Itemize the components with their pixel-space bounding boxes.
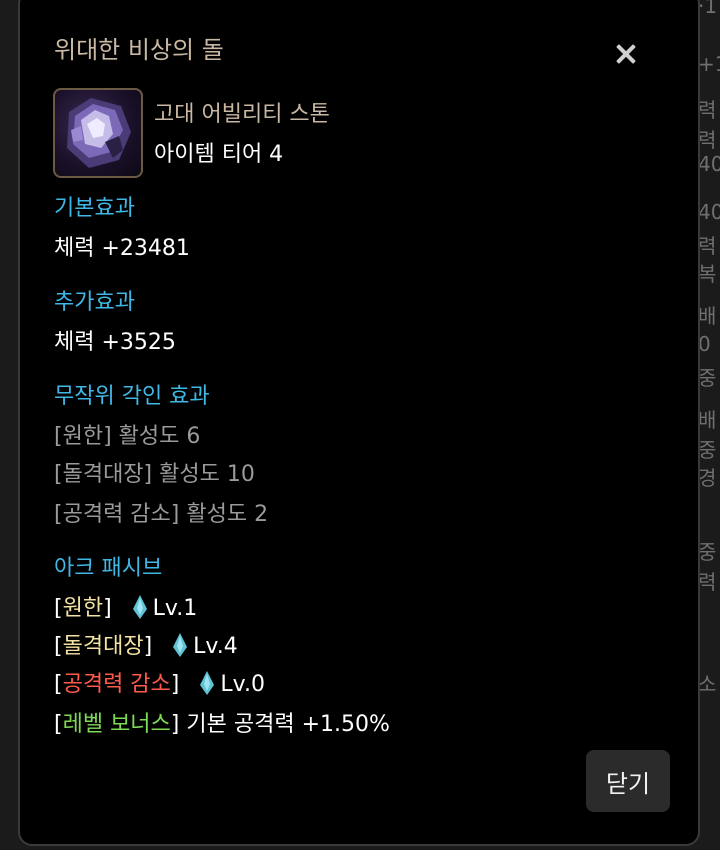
item-name: 고대 어빌리티 스톤 (154, 102, 330, 127)
background-text: ·1 (698, 0, 718, 18)
bracket-open: [ (54, 672, 63, 697)
ark-passive-row: [공격력 감소] Lv.0 (54, 666, 265, 698)
bracket-open: [ (54, 634, 63, 659)
bracket-close: ] (170, 672, 180, 697)
random-engraving-heading: 무작위 각인 효과 (54, 384, 210, 409)
level-bonus-text: 기본 공격력 +1.50% (179, 712, 390, 737)
ark-passive-row: [돌격대장] Lv.4 (54, 628, 238, 660)
level-bonus-row: [레벨 보너스] 기본 공격력 +1.50% (54, 706, 390, 738)
ark-passive-row: [원한] Lv.1 (54, 590, 197, 622)
ark-gem-icon (132, 595, 147, 619)
background-text: 소 (698, 672, 717, 696)
engraving-line: [원한] 활성도 6 (54, 424, 201, 449)
dialog-title: 위대한 비상의 돌 (54, 36, 224, 64)
bracket-open: [ (54, 596, 63, 621)
engraving-line: [돌격대장] 활성도 10 (54, 462, 255, 487)
ark-gem-icon (173, 633, 188, 657)
background-text: 중 (698, 540, 717, 564)
extra-effect-value: 체력 +3525 (54, 330, 176, 355)
background-text: 중 (698, 366, 717, 390)
item-tier: 아이템 티어 4 (154, 142, 284, 167)
close-icon[interactable] (614, 42, 638, 66)
ark-passive-name: 돌격대장 (62, 634, 144, 659)
purple-stone-icon (53, 88, 143, 178)
background-text: 배 (698, 304, 717, 328)
engraving-line: [공격력 감소] 활성도 2 (54, 502, 269, 527)
close-button[interactable]: 닫기 (586, 750, 670, 812)
ark-passive-heading: 아크 패시브 (54, 556, 163, 581)
bracket-close: ] (143, 634, 153, 659)
background-text: 경 (698, 466, 717, 490)
background-text: 배 (698, 408, 717, 432)
ark-passive-level: Lv.0 (220, 672, 265, 697)
ark-passive-name: 공격력 감소 (62, 672, 171, 697)
bracket-open: [ (54, 712, 63, 737)
ark-passive-level: Lv.1 (152, 596, 198, 621)
level-bonus-label: 레벨 보너스 (62, 712, 171, 737)
ark-passive-level: Lv.4 (193, 634, 238, 659)
base-effect-heading: 기본효과 (54, 196, 135, 221)
background-text: 력 (698, 128, 717, 152)
background-text: 력 (698, 98, 717, 122)
item-tooltip-dialog: 위대한 비상의 돌 고대 어빌리티 스톤 아이템 티어 4 기본효과 체력 +2… (18, 0, 700, 846)
extra-effect-heading: 추가효과 (54, 290, 135, 315)
background-text: +1 (698, 52, 720, 76)
background-text: 40 (698, 152, 720, 176)
background-text: 40 (698, 200, 720, 224)
background-text: 중 (698, 438, 717, 462)
ark-passive-name: 원한 (62, 596, 104, 621)
base-effect-value: 체력 +23481 (54, 236, 190, 261)
ark-gem-icon (200, 671, 215, 695)
background-text: 력 (698, 570, 717, 594)
stone-graphic (67, 98, 131, 168)
background-text: 복 (698, 262, 717, 286)
bracket-close: ] (103, 596, 112, 621)
background-text: 력 (698, 234, 717, 258)
